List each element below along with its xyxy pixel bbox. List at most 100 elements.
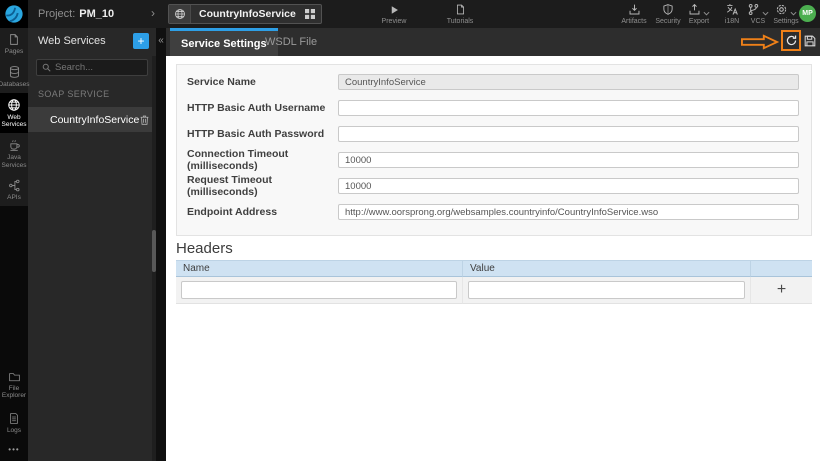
left-sidebar: Pages Databases Web Services Java Servic… xyxy=(0,28,30,461)
form-row: Connection Timeout (milliseconds) xyxy=(187,147,801,173)
wavemaker-logo-icon xyxy=(4,4,24,24)
main-area: Service Settings WSDL File Service Name … xyxy=(166,28,820,461)
upload-icon xyxy=(688,3,701,16)
tab-bar: Service Settings WSDL File xyxy=(166,28,820,56)
sidebar-item-group: Pages Databases Web Services Java Servic… xyxy=(0,28,30,206)
request-timeout-input[interactable] xyxy=(338,178,799,194)
chevron-down-icon xyxy=(762,11,769,16)
save-icon xyxy=(803,34,817,48)
chevron-down-icon xyxy=(790,11,797,16)
grid-icon[interactable] xyxy=(304,9,321,19)
service-name-input xyxy=(338,74,799,90)
chevron-right-icon: › xyxy=(151,6,155,20)
coffee-cup-icon xyxy=(8,138,21,152)
sidebar-item-apis[interactable]: APIs xyxy=(0,174,28,206)
security-button[interactable]: Security xyxy=(651,3,685,25)
panel-header: Web Services + xyxy=(28,28,156,54)
service-search-box[interactable] xyxy=(36,59,148,76)
api-connector-icon xyxy=(8,179,21,192)
panel-gutter: « xyxy=(156,28,166,461)
log-file-icon xyxy=(8,412,20,425)
column-header-name: Name xyxy=(176,260,462,277)
sidebar-item-java-services[interactable]: Java Services xyxy=(0,133,28,174)
git-branch-icon xyxy=(747,3,760,16)
add-header-row-button[interactable]: + xyxy=(771,282,792,298)
i18n-button[interactable]: i18N xyxy=(718,3,746,25)
project-label: Project: xyxy=(38,8,76,20)
refresh-icon xyxy=(785,34,798,47)
globe-icon xyxy=(7,98,21,112)
form-row: Request Timeout (milliseconds) xyxy=(187,173,801,199)
panel-title: Web Services xyxy=(38,35,106,47)
download-icon xyxy=(628,3,641,16)
service-name-label: Service Name xyxy=(187,76,256,88)
save-service-button[interactable] xyxy=(802,33,818,49)
service-tab-label: CountryInfoService xyxy=(199,8,296,20)
tab-wsdl-file[interactable]: WSDL File xyxy=(254,28,328,56)
connection-timeout-label: Connection Timeout (milliseconds) xyxy=(187,148,289,172)
http-username-input[interactable] xyxy=(338,100,799,116)
web-services-panel: Web Services + SOAP SERVICE CountryInfoS… xyxy=(28,28,156,461)
gear-icon xyxy=(775,3,788,16)
play-icon xyxy=(389,3,400,16)
artifacts-button[interactable]: Artifacts xyxy=(616,3,652,25)
collapse-panel-icon[interactable]: « xyxy=(156,35,166,46)
tutorials-button[interactable]: Tutorials xyxy=(442,3,478,25)
endpoint-address-input[interactable] xyxy=(338,204,799,220)
preview-button[interactable]: Preview xyxy=(376,3,412,25)
headers-section-title: Headers xyxy=(176,240,233,257)
sidebar-item-pages[interactable]: Pages xyxy=(0,28,28,60)
project-breadcrumb: Project: PM_10 xyxy=(38,0,114,28)
headers-table: Name Value + xyxy=(176,260,812,304)
http-password-label: HTTP Basic Auth Password xyxy=(187,128,325,140)
delete-service-icon[interactable] xyxy=(139,114,150,126)
header-name-input[interactable] xyxy=(181,281,457,299)
export-button[interactable]: Export xyxy=(684,3,714,25)
sidebar-item-file-explorer[interactable]: File Explorer xyxy=(0,365,28,407)
sidebar-item-databases[interactable]: Databases xyxy=(0,60,30,93)
app-logo[interactable] xyxy=(0,0,28,28)
column-header-value: Value xyxy=(462,260,750,277)
form-row: Endpoint Address xyxy=(187,199,801,225)
sidebar-item-logs[interactable]: Logs xyxy=(0,406,28,441)
service-breadcrumb-tab[interactable]: CountryInfoService xyxy=(168,4,322,24)
add-service-button[interactable]: + xyxy=(133,33,149,49)
headers-table-header: Name Value xyxy=(176,260,812,277)
service-list-item[interactable]: CountryInfoService xyxy=(28,107,156,132)
http-password-input[interactable] xyxy=(338,126,799,142)
top-bar: Project: PM_10 › CountryInfoService Prev… xyxy=(0,0,820,28)
app-window: Project: PM_10 › CountryInfoService Prev… xyxy=(0,0,820,461)
headers-table-row: + xyxy=(176,277,812,304)
connection-timeout-input[interactable] xyxy=(338,152,799,168)
search-icon xyxy=(42,63,51,72)
shield-icon xyxy=(662,3,674,16)
database-icon xyxy=(8,65,21,79)
service-settings-content: Service Name HTTP Basic Auth Username HT… xyxy=(166,56,820,461)
user-avatar[interactable]: MP xyxy=(799,5,816,22)
service-settings-form: Service Name HTTP Basic Auth Username HT… xyxy=(176,64,812,236)
request-timeout-label: Request Timeout (milliseconds) xyxy=(187,174,272,198)
form-row: HTTP Basic Auth Username xyxy=(187,95,801,121)
more-options-icon[interactable]: ••• xyxy=(0,441,28,458)
page-icon xyxy=(8,33,20,46)
chevron-down-icon xyxy=(703,11,710,16)
header-value-input[interactable] xyxy=(468,281,745,299)
globe-icon xyxy=(169,5,191,23)
service-item-label: CountryInfoService xyxy=(50,113,140,126)
form-row: HTTP Basic Auth Password xyxy=(187,121,801,147)
form-row: Service Name xyxy=(187,69,801,95)
vcs-button[interactable]: VCS xyxy=(745,3,771,25)
search-input[interactable] xyxy=(55,62,142,73)
translate-icon xyxy=(726,3,739,16)
document-icon xyxy=(455,3,466,16)
endpoint-address-label: Endpoint Address xyxy=(187,206,278,218)
settings-button[interactable]: Settings xyxy=(770,3,802,25)
project-name: PM_10 xyxy=(79,8,115,20)
annotation-arrow xyxy=(741,34,779,50)
section-title: SOAP SERVICE xyxy=(38,89,110,99)
column-header-actions xyxy=(750,260,812,277)
sidebar-bottom-group: File Explorer Logs ••• xyxy=(0,365,28,458)
sidebar-item-web-services[interactable]: Web Services xyxy=(0,92,28,134)
refresh-service-button[interactable] xyxy=(781,30,801,51)
folder-icon xyxy=(8,371,21,383)
